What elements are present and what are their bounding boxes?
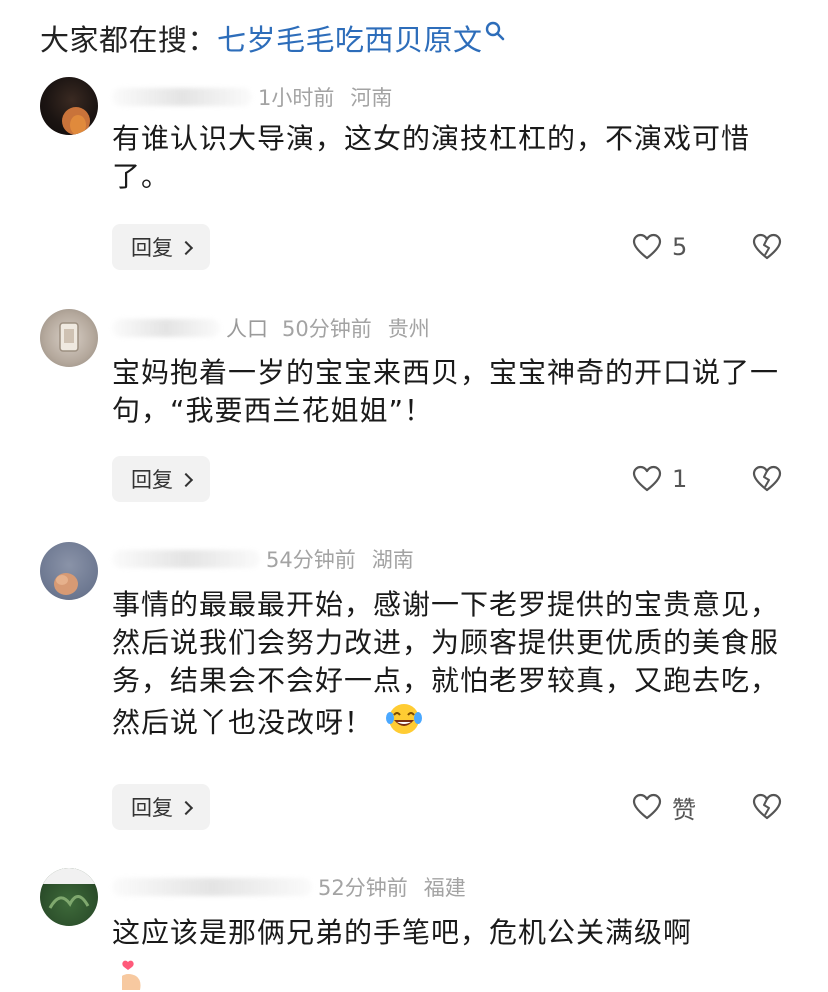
username-text[interactable]: 人口 <box>226 313 268 343</box>
reply-label: 回复 <box>131 796 173 820</box>
chevron-right-icon <box>178 472 194 487</box>
comment-text-content: 事情的最最最开始，感谢一下老罗提供的宝贵意见，然后说我们会努力改进，为顾客提供更… <box>112 588 780 739</box>
search-icon[interactable] <box>485 21 507 43</box>
heart-outline-icon <box>632 233 662 260</box>
comment-location: 贵州 <box>387 317 430 341</box>
dislike-button[interactable] <box>752 784 782 830</box>
finger-heart-emoji-icon <box>122 960 141 990</box>
comment-text: 这应该是那俩兄弟的手笔吧，危机公关满级啊 <box>112 916 693 949</box>
reply-button[interactable]: 回复 <box>112 224 210 270</box>
like-count: 5 <box>672 233 688 261</box>
dislike-button[interactable] <box>752 456 782 502</box>
chevron-right-icon <box>178 800 194 815</box>
username-blurred[interactable] <box>112 319 220 337</box>
broken-heart-icon <box>752 793 782 820</box>
username-blurred[interactable] <box>112 550 260 568</box>
comment-text: 事情的最最最开始，感谢一下老罗提供的宝贵意见，然后说我们会努力改进，为顾客提供更… <box>112 586 802 742</box>
comment-location: 福建 <box>423 876 466 900</box>
comment-meta: 52分钟前 福建 <box>112 872 466 902</box>
like-button[interactable]: 赞 <box>632 784 696 830</box>
username-blurred[interactable] <box>112 878 312 896</box>
tears-of-joy-emoji-icon <box>386 704 423 734</box>
trending-search-bar[interactable]: 大家都在搜： 七岁毛毛吃西贝原文 <box>40 14 507 62</box>
comment-time: 50分钟前 <box>282 317 372 341</box>
comment-text: 有谁认识大导演，这女的演技杠杠的，不演戏可惜了。 <box>112 122 751 193</box>
avatar[interactable] <box>40 868 98 926</box>
comment-time: 54分钟前 <box>266 548 356 572</box>
like-button[interactable]: 5 <box>632 224 687 270</box>
comment-time: 52分钟前 <box>318 876 408 900</box>
search-term-link[interactable]: 七岁毛毛吃西贝原文 <box>217 17 483 59</box>
like-count: 1 <box>672 465 688 493</box>
avatar[interactable] <box>40 542 98 600</box>
broken-heart-icon <box>752 465 782 492</box>
heart-outline-icon <box>632 793 662 820</box>
dislike-button[interactable] <box>752 224 782 270</box>
search-prefix-label: 大家都在搜： <box>40 23 218 57</box>
heart-outline-icon <box>632 465 662 492</box>
reply-label: 回复 <box>131 468 173 492</box>
comment-text: 宝妈抱着一岁的宝宝来西贝，宝宝神奇的开口说了一句，“我要西兰花姐姐”！ <box>112 356 780 427</box>
broken-heart-icon <box>752 233 782 260</box>
comment-meta: 54分钟前 湖南 <box>112 544 414 574</box>
chevron-right-icon <box>178 240 194 255</box>
like-count: 赞 <box>672 795 696 824</box>
comment-time: 1小时前 <box>258 86 335 110</box>
avatar[interactable] <box>40 77 98 135</box>
reply-button[interactable]: 回复 <box>112 456 210 502</box>
comment-location: 湖南 <box>371 548 414 572</box>
reply-label: 回复 <box>131 236 173 260</box>
comment-meta: 人口 50分钟前 贵州 <box>112 313 430 343</box>
comment-meta: 1小时前 河南 <box>112 82 392 112</box>
reply-button[interactable]: 回复 <box>112 784 210 830</box>
avatar[interactable] <box>40 309 98 367</box>
username-blurred[interactable] <box>112 88 252 106</box>
like-button[interactable]: 1 <box>632 456 687 502</box>
comment-location: 河南 <box>350 86 393 110</box>
